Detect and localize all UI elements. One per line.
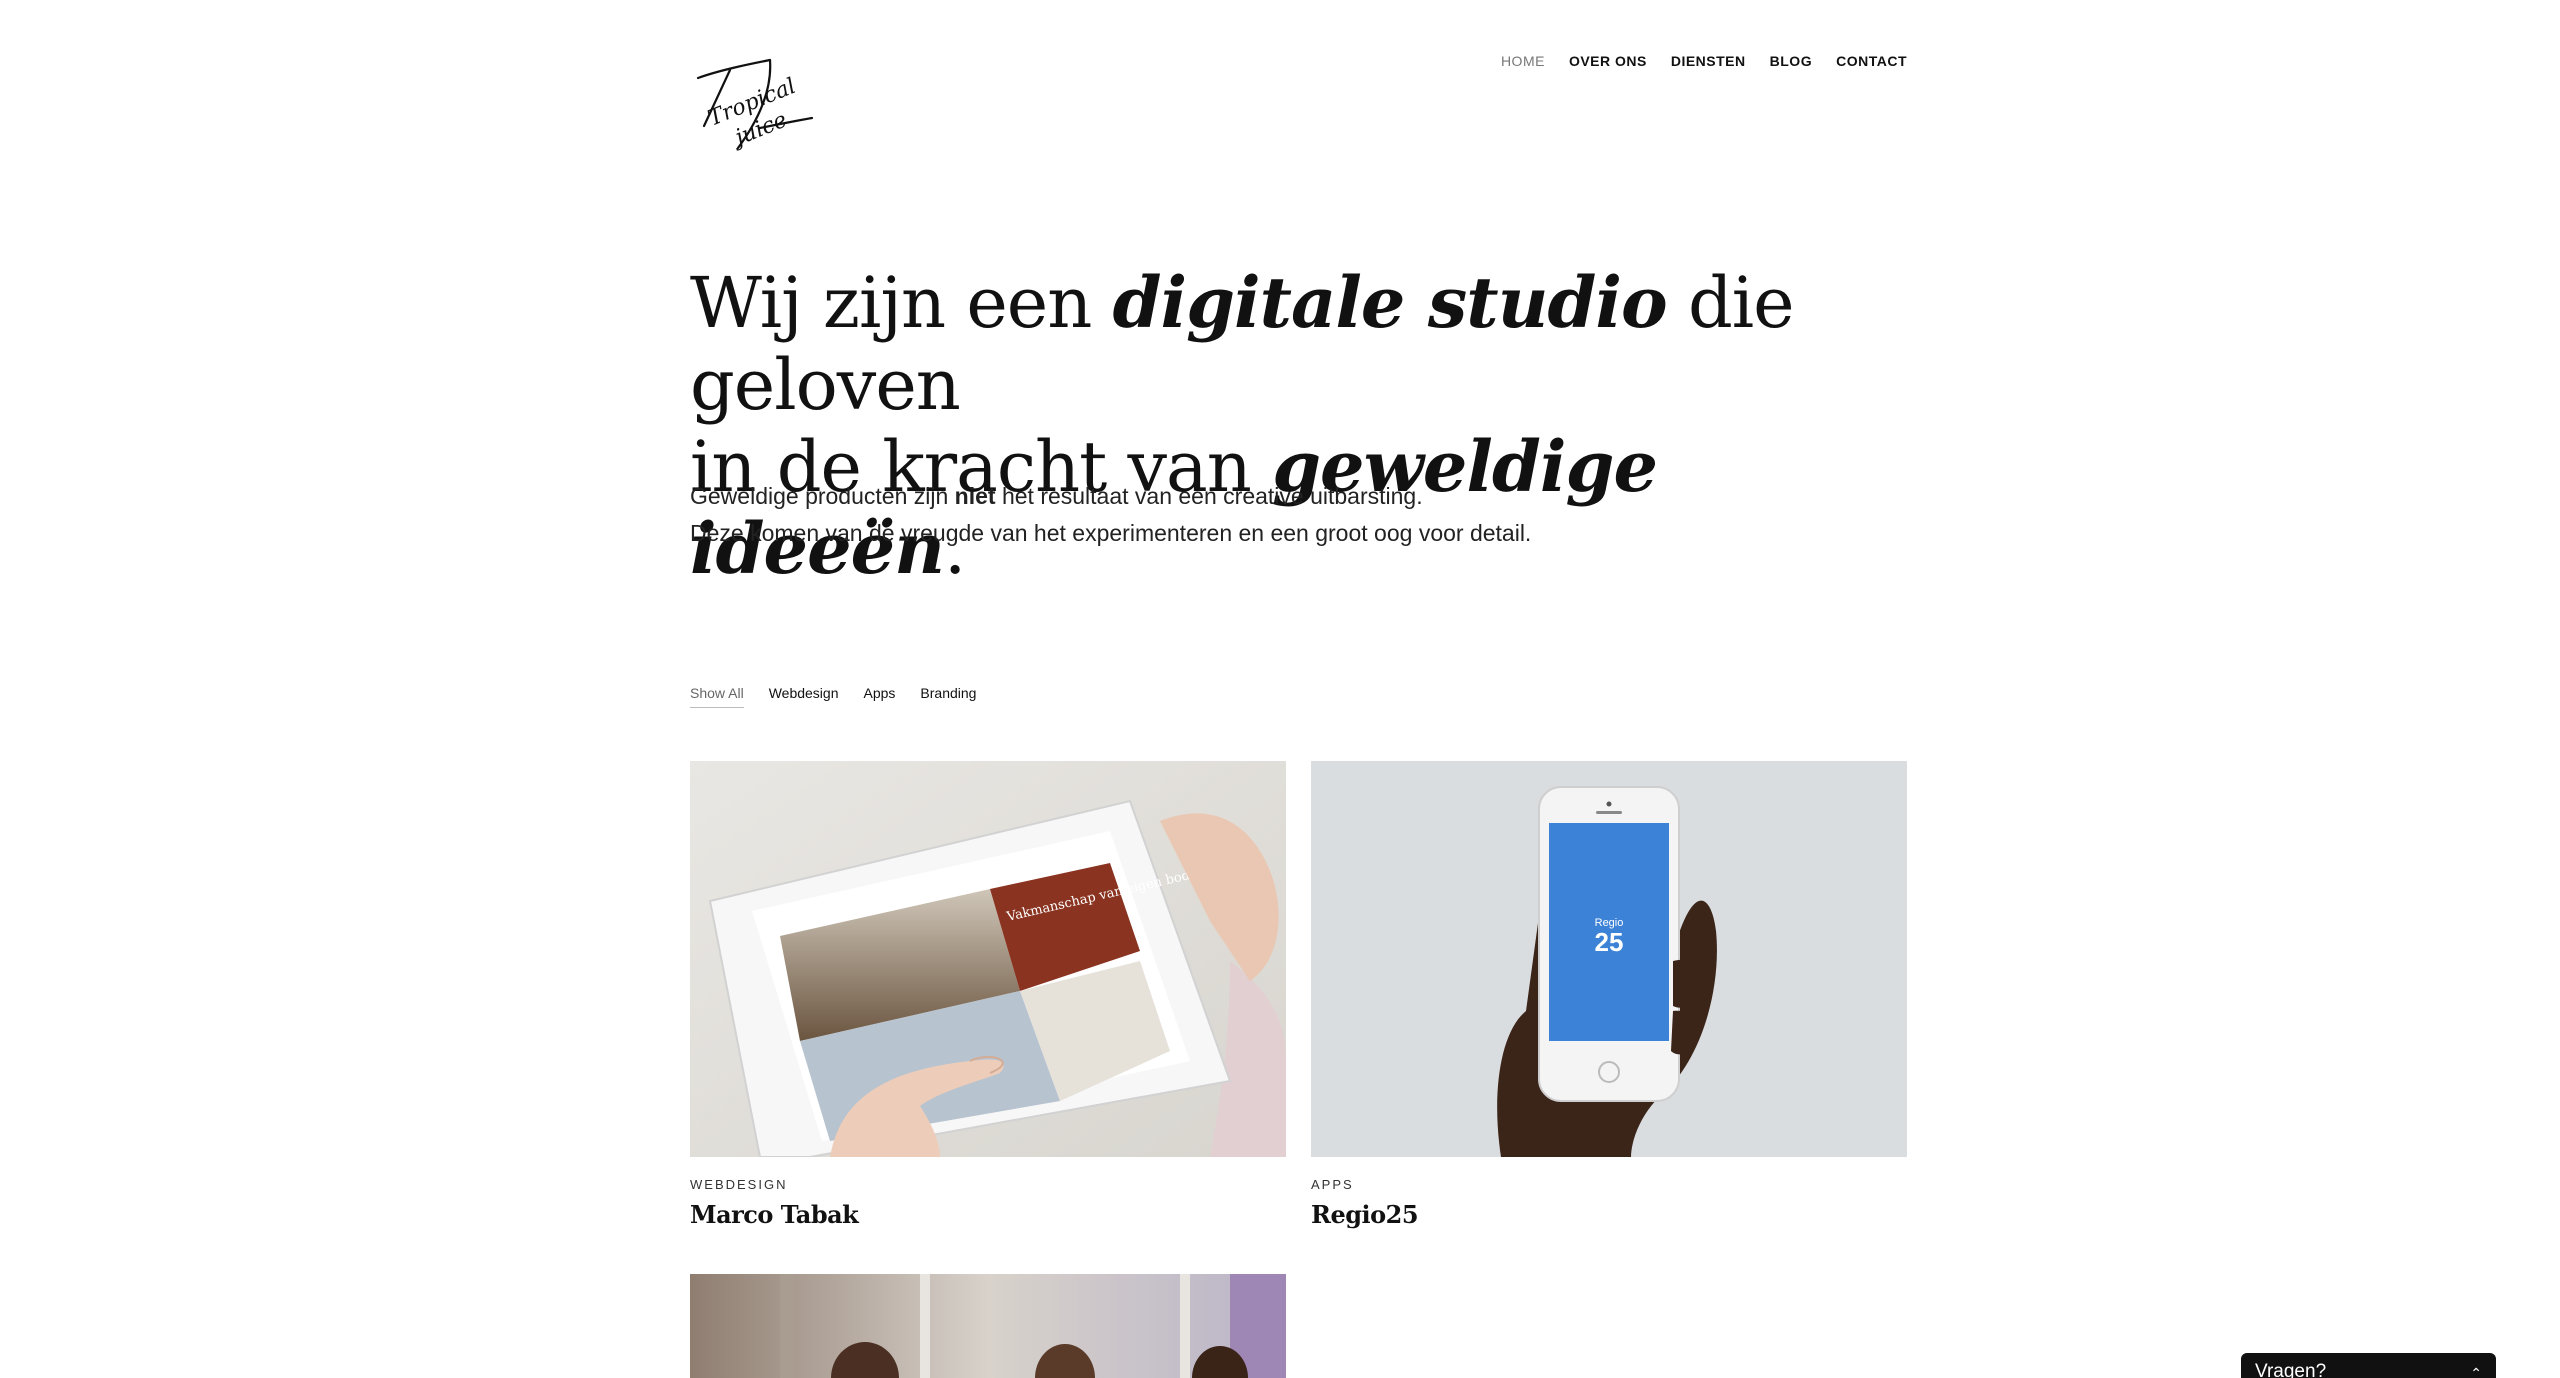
nav-contact[interactable]: CONTACT [1836, 53, 1907, 69]
filter-show-all[interactable]: Show All [690, 685, 744, 708]
intro-line1-text-end: het resultaat van een creative uitbarsti… [995, 483, 1423, 509]
portfolio-card-marco-tabak[interactable]: Vakmanschap van eigen bodem. WEBDESIGN M… [690, 761, 1286, 1229]
chat-widget-button[interactable]: Vragen? ⌃ [2241, 1353, 2496, 1378]
chevron-up-icon: ⌃ [2470, 1365, 2482, 1378]
svg-text:25: 25 [1595, 927, 1624, 957]
intro-line2-text: Deze komen van de vreugde van het experi… [690, 520, 1532, 546]
nav-diensten[interactable]: DIENSTEN [1671, 53, 1746, 69]
filter-webdesign[interactable]: Webdesign [769, 685, 839, 708]
filter-apps[interactable]: Apps [864, 685, 896, 708]
tablet-illustration-icon: Vakmanschap van eigen bodem. [690, 761, 1286, 1157]
team-photo-icon [690, 1274, 1286, 1378]
tablet-image[interactable]: Vakmanschap van eigen bodem. [690, 761, 1286, 1157]
chat-label: Vragen? [2255, 1361, 2327, 1378]
filter-branding[interactable]: Branding [920, 685, 976, 708]
page: Tropical juice HOME OVER ONS DIENSTEN BL… [0, 0, 2560, 1378]
portfolio-filters: Show All Webdesign Apps Branding [690, 685, 976, 708]
card-category: APPS [1311, 1177, 1354, 1192]
intro-line1-strong: niet [954, 483, 996, 509]
people-image[interactable] [690, 1274, 1286, 1378]
portfolio-card-regio25[interactable]: Regio 25 APPS Regio25 [1311, 761, 1907, 1229]
nav-over-ons[interactable]: OVER ONS [1569, 53, 1647, 69]
brand-logo[interactable]: Tropical juice [690, 48, 820, 156]
card-title[interactable]: Regio25 [1311, 1200, 1907, 1229]
card-title[interactable]: Marco Tabak [690, 1200, 1286, 1229]
phone-image[interactable]: Regio 25 [1311, 761, 1907, 1157]
nav-home[interactable]: HOME [1501, 53, 1545, 69]
hero-line1-text: Wij zijn een [690, 262, 1113, 344]
main-nav: HOME OVER ONS DIENSTEN BLOG CONTACT [1501, 53, 1907, 69]
hero-line1-emphasis: digitale studio [1112, 261, 1668, 344]
intro-paragraph: Geweldige producten zijn niet het result… [690, 478, 1790, 552]
intro-line1-text: Geweldige producten zijn [690, 483, 955, 509]
portfolio-card-third[interactable] [690, 1274, 1286, 1378]
logo-script-icon: Tropical juice [696, 58, 814, 153]
nav-blog[interactable]: BLOG [1770, 53, 1812, 69]
card-category: WEBDESIGN [690, 1177, 788, 1192]
phone-illustration-icon: Regio 25 [1311, 761, 1907, 1157]
